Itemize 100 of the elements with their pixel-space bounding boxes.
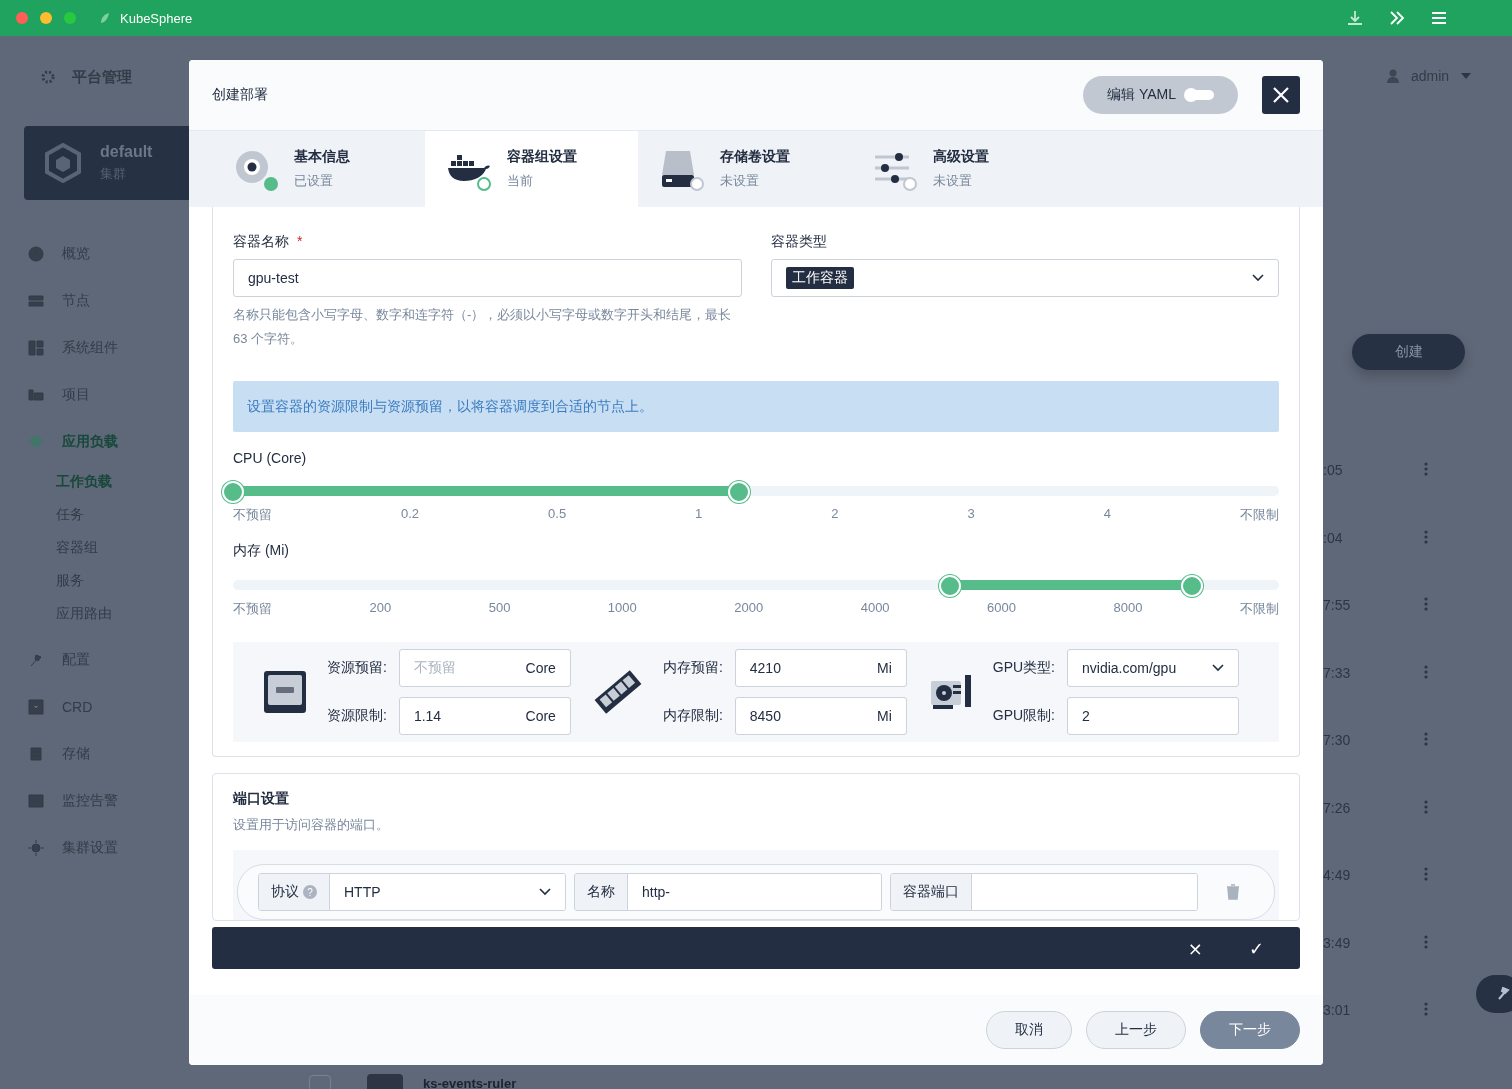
field-value: 8450 — [749, 708, 782, 724]
row-checkbox[interactable] — [309, 1075, 331, 1089]
more-icon[interactable] — [1424, 597, 1428, 611]
container-name-field[interactable]: gpu-test — [233, 259, 742, 297]
sliders-icon — [873, 152, 911, 186]
slider-thumb[interactable] — [1181, 575, 1204, 597]
step-tab[interactable]: 基本信息 已设置 — [212, 131, 425, 207]
caret-icon[interactable] — [1461, 73, 1472, 79]
server-icon — [28, 292, 44, 309]
tick-label: 不限制 — [1240, 506, 1279, 524]
tick-label: 200 — [369, 600, 392, 617]
step-status: 未设置 — [933, 172, 973, 190]
tick-label: 3 — [967, 506, 975, 523]
step-tab[interactable]: 存储卷设置 未设置 — [638, 131, 851, 207]
close-icon — [1272, 86, 1290, 104]
type-tag: 工作容器 — [785, 267, 854, 289]
unit-label: Mi — [877, 708, 892, 724]
tick-label: 不预留 — [233, 600, 272, 618]
cube-icon — [44, 143, 82, 183]
cluster-name: default — [100, 143, 153, 161]
workload-name[interactable]: ks-events-ruler — [423, 1075, 517, 1089]
confirm-edit-button[interactable]: ✓ — [1248, 937, 1264, 959]
step-status: 已设置 — [294, 172, 334, 190]
unit-label: Core — [525, 708, 556, 724]
maximize-window-icon[interactable] — [64, 12, 76, 24]
field-label: 内存限制: — [662, 707, 723, 725]
checkbox-icon — [28, 698, 44, 715]
trash-icon[interactable] — [1226, 884, 1240, 900]
leaf-icon — [100, 12, 110, 24]
subnav-item[interactable]: 工作负载 — [56, 465, 189, 498]
chevron-down-icon — [1212, 664, 1224, 672]
required-mark: * — [297, 233, 303, 251]
tick-label: 2000 — [734, 600, 764, 617]
create-button[interactable]: 创建 — [1352, 334, 1465, 370]
close-button[interactable] — [1262, 76, 1300, 114]
field-label: GPU限制: — [992, 707, 1055, 725]
tick-label: 0.5 — [548, 506, 567, 523]
gpu-type-select[interactable]: nvidia.com/gpu — [1067, 649, 1239, 687]
field-value: 1.14 — [413, 708, 443, 724]
workload-icon — [367, 1074, 403, 1089]
more-icon[interactable] — [1424, 732, 1428, 746]
more-icon[interactable] — [1424, 664, 1428, 679]
placeholder-text: 不预留 — [413, 659, 457, 677]
tick-label: 1 — [695, 506, 703, 523]
close-window-icon[interactable] — [16, 12, 28, 24]
resource-field[interactable]: 不预留 Core — [398, 649, 571, 687]
nav-item[interactable]: 应用负载 — [62, 432, 118, 451]
tool-button[interactable] — [1476, 975, 1512, 1013]
resource-field[interactable]: 4210 Mi — [734, 649, 907, 687]
tick-label: 4000 — [860, 600, 890, 617]
tick-label: 2 — [831, 506, 839, 523]
step-tab[interactable]: 容器组设置 当前 — [425, 131, 638, 207]
more-icon[interactable] — [1424, 934, 1428, 949]
field-value: 4210 — [749, 660, 782, 676]
field-label: 容器名称 — [233, 233, 289, 251]
step-title: 高级设置 — [933, 148, 989, 166]
window-title: KubeSphere — [120, 10, 193, 26]
chevron-down-icon — [1252, 274, 1264, 282]
footer-button[interactable]: 下一步 — [1200, 1011, 1300, 1049]
container-type-select[interactable]: 工作容器 — [770, 259, 1279, 297]
slider-label: 内存 (Mi) — [233, 542, 290, 560]
tick-label: 不限制 — [1239, 600, 1279, 618]
footer-button[interactable]: 上一步 — [1086, 1011, 1186, 1049]
chip-icon — [263, 670, 307, 714]
tick-label: 1000 — [607, 600, 637, 617]
footer-button[interactable]: 取消 — [986, 1011, 1072, 1049]
cancel-edit-button[interactable]: × — [1187, 937, 1203, 959]
tick-label: 不预留 — [233, 506, 272, 524]
field-label: 内存预留: — [662, 659, 723, 677]
field-label: GPU类型: — [992, 659, 1055, 677]
chart-icon — [28, 792, 44, 809]
tick-label: 0.2 — [401, 506, 420, 523]
step-tab[interactable]: 高级设置 未设置 — [851, 131, 1064, 207]
field-label: 容器类型 — [770, 233, 827, 251]
slider-thumb[interactable] — [222, 481, 244, 503]
field-value: nvidia.com/gpu — [1082, 660, 1178, 676]
resource-field[interactable]: 1.14 Core — [398, 697, 571, 735]
step-status: 未设置 — [720, 172, 760, 190]
layers-icon — [28, 433, 44, 450]
slider-thumb[interactable] — [728, 481, 751, 503]
download-icon[interactable] — [1346, 9, 1364, 27]
more-icon[interactable] — [1424, 1002, 1428, 1016]
tick-label: 6000 — [987, 600, 1016, 617]
more-icon[interactable] — [1424, 867, 1428, 881]
step-status: 当前 — [507, 172, 534, 190]
double-chevron-icon[interactable] — [1388, 9, 1406, 27]
folder-icon — [28, 386, 44, 403]
more-icon[interactable] — [1424, 799, 1428, 814]
edit-yaml-toggle[interactable]: 编辑 YAML — [1083, 76, 1238, 114]
menu-icon[interactable] — [1430, 9, 1448, 27]
more-icon[interactable] — [1424, 529, 1428, 544]
resource-field[interactable]: 8450 Mi — [734, 697, 907, 735]
tick-label: 500 — [488, 600, 511, 617]
slider-thumb[interactable] — [938, 575, 961, 597]
drive-icon — [660, 149, 696, 189]
more-icon[interactable] — [1424, 462, 1428, 476]
grid-icon — [28, 339, 44, 356]
resource-field[interactable]: 2 — [1067, 697, 1239, 735]
slider-label: CPU (Core) — [233, 450, 308, 466]
minimize-window-icon[interactable] — [40, 12, 52, 24]
